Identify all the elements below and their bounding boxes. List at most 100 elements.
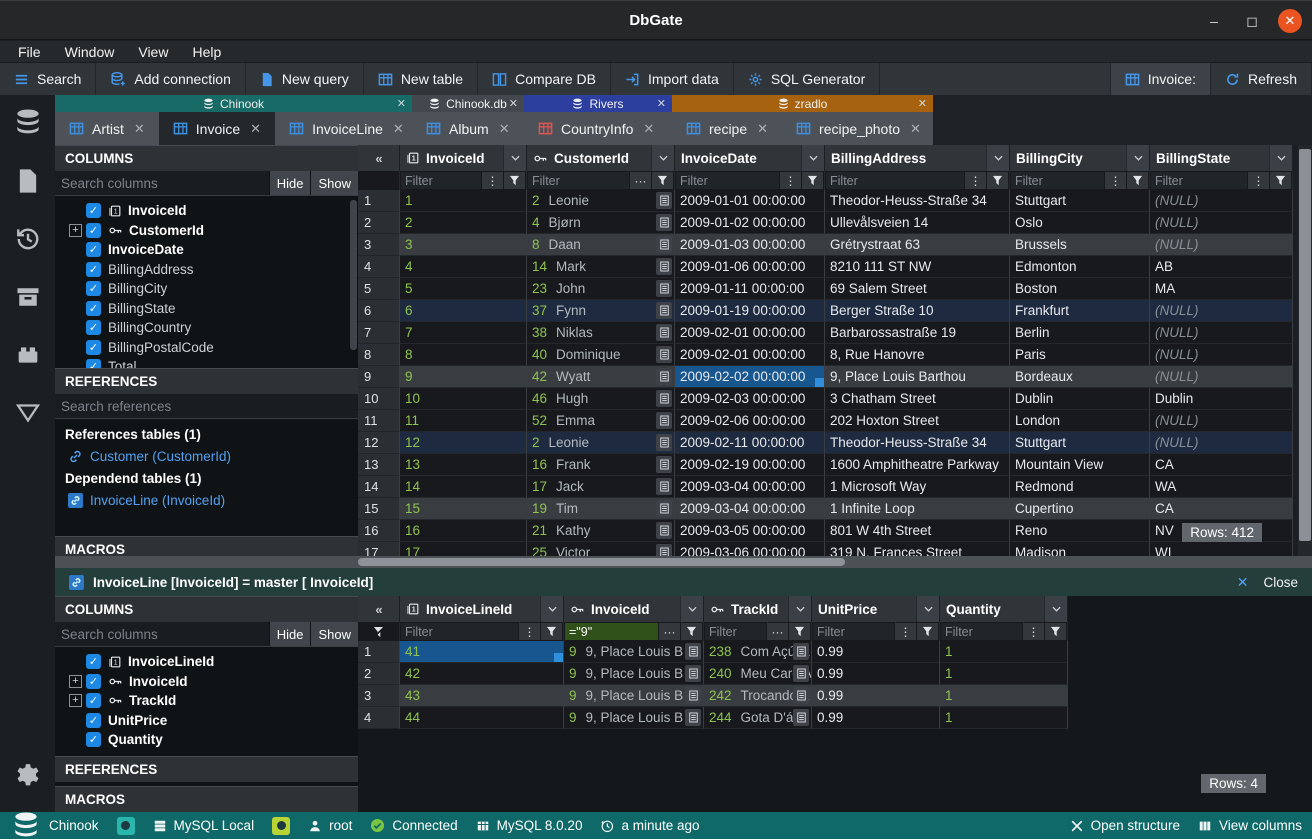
checkbox-checked-icon[interactable]: ✓	[86, 674, 101, 689]
tab-artist[interactable]: Artist✕	[55, 112, 159, 145]
funnel-icon[interactable]	[987, 172, 1008, 189]
cell-invoiceid[interactable]: 6	[400, 300, 527, 322]
cell-quantity[interactable]: 1	[940, 707, 1068, 729]
cell-billingcity[interactable]: Boston	[1010, 278, 1150, 300]
cell-billingcity[interactable]: Brussels	[1010, 234, 1150, 256]
cell-customerid[interactable]: 52Emma	[527, 410, 675, 432]
column-item-total[interactable]: ✓Total	[55, 357, 358, 368]
cell-trackid[interactable]: 242Trocando E	[704, 685, 812, 707]
filter-input-invoicelineid[interactable]: Filter	[401, 623, 518, 640]
cell-customerid[interactable]: 19Tim	[527, 498, 675, 520]
statusbar-open-structure[interactable]: Open structure	[1070, 818, 1180, 833]
row-number[interactable]: 11	[358, 410, 400, 432]
funnel-icon[interactable]	[917, 623, 938, 640]
cell-invoiceid[interactable]: 8	[400, 344, 527, 366]
column-menu-chevron-icon[interactable]	[1044, 596, 1067, 622]
row-number[interactable]: 8	[358, 344, 400, 366]
macros-header[interactable]: MACROS	[55, 536, 358, 556]
open-detail-icon[interactable]	[685, 665, 701, 682]
filter-input-billingstate[interactable]: Filter	[1151, 172, 1247, 189]
menu-file[interactable]: File	[8, 44, 51, 60]
cell-invoiceid[interactable]: 11	[400, 410, 527, 432]
bottom-search-columns-input[interactable]: Search columns	[55, 622, 269, 646]
connection-tab-rivers[interactable]: Rivers✕	[524, 95, 672, 112]
cell-invoicedate[interactable]: 2009-02-01 00:00:00	[675, 322, 825, 344]
tab-album[interactable]: Album✕	[412, 112, 524, 145]
connection-tab-chinook-db[interactable]: Chinook.db✕	[412, 95, 524, 112]
filter-input-invoiceid[interactable]: ="9"	[565, 623, 658, 640]
cell-billingaddress[interactable]: Barbarossastraße 19	[825, 322, 1010, 344]
cell-invoicedate[interactable]: 2009-01-06 00:00:00	[675, 256, 825, 278]
row-number[interactable]: 4	[358, 707, 400, 729]
row-number[interactable]: 5	[358, 278, 400, 300]
cell-invoicedate[interactable]: 2009-03-04 00:00:00	[675, 476, 825, 498]
open-detail-icon[interactable]	[656, 346, 672, 363]
column-item-invoiceid[interactable]: +✓InvoiceId	[55, 672, 358, 692]
panel-scrollbar[interactable]	[350, 200, 357, 350]
cell-billingaddress[interactable]: 8210 111 ST NW	[825, 256, 1010, 278]
cell-billingcity[interactable]: Stuttgart	[1010, 190, 1150, 212]
column-menu-chevron-icon[interactable]	[788, 596, 811, 622]
row-number[interactable]: 13	[358, 454, 400, 476]
selected-cell[interactable]: 2009-02-02 00:00:00	[675, 366, 825, 388]
row-number[interactable]: 10	[358, 388, 400, 410]
column-item-billingaddress[interactable]: ✓BillingAddress	[55, 260, 358, 280]
checkbox-checked-icon[interactable]: ✓	[86, 320, 101, 335]
cell-quantity[interactable]: 1	[940, 663, 1068, 685]
cell-billingstate[interactable]: (NULL)	[1150, 432, 1293, 454]
minimize-button[interactable]: –	[1202, 9, 1226, 33]
cell-customerid[interactable]: 46Hugh	[527, 388, 675, 410]
close-tab-icon[interactable]: ✕	[910, 121, 921, 137]
row-number[interactable]: 6	[358, 300, 400, 322]
checkbox-checked-icon[interactable]: ✓	[86, 693, 101, 708]
filter-menu-icon[interactable]: ⋮	[1105, 172, 1126, 189]
cell-billingcity[interactable]: Stuttgart	[1010, 432, 1150, 454]
toolbar-button-new-table[interactable]: New table	[364, 63, 478, 95]
filter-menu-icon[interactable]: ⋮	[1023, 623, 1044, 640]
fill-handle[interactable]	[554, 653, 563, 662]
cell-billingstate[interactable]: WI	[1150, 542, 1293, 556]
cell-invoicedate[interactable]: 2009-02-19 00:00:00	[675, 454, 825, 476]
cell-invoicedate[interactable]: 2009-01-03 00:00:00	[675, 234, 825, 256]
filter-input-quantity[interactable]: Filter	[941, 623, 1022, 640]
cell-billingaddress[interactable]: 69 Salem Street	[825, 278, 1010, 300]
cell-customerid[interactable]: 2Leonie	[527, 190, 675, 212]
open-detail-icon[interactable]	[656, 478, 672, 495]
cell-billingcity[interactable]: Dublin	[1010, 388, 1150, 410]
row-number[interactable]: 1	[358, 641, 400, 663]
cell-customerid[interactable]: 17Jack	[527, 476, 675, 498]
checkbox-checked-icon[interactable]: ✓	[86, 223, 101, 238]
column-menu-chevron-icon[interactable]	[986, 145, 1009, 171]
cell-unitprice[interactable]: 0.99	[812, 641, 940, 663]
close-detail-button[interactable]: Close	[1263, 575, 1298, 590]
cell-invoicedate[interactable]: 2009-02-06 00:00:00	[675, 410, 825, 432]
collapse-columns-button[interactable]: «	[358, 145, 400, 171]
filter-input-customerid[interactable]: Filter	[528, 172, 629, 189]
open-detail-icon[interactable]	[656, 192, 672, 209]
menu-view[interactable]: View	[128, 44, 178, 60]
open-detail-icon[interactable]	[656, 390, 672, 407]
checkbox-checked-icon[interactable]: ✓	[86, 732, 101, 747]
vertical-scrollbar[interactable]	[1298, 145, 1312, 556]
row-number[interactable]: 12	[358, 432, 400, 454]
open-detail-icon[interactable]	[656, 280, 672, 297]
cell-invoiceid[interactable]: 99, Place Louis B	[564, 685, 704, 707]
sidebar-funnel-outline-icon[interactable]	[10, 395, 46, 431]
fill-handle[interactable]	[815, 378, 824, 387]
cell-billingaddress[interactable]: 8, Rue Hanovre	[825, 344, 1010, 366]
search-references-input[interactable]: Search references	[55, 394, 358, 418]
cell-billingstate[interactable]: WA	[1150, 476, 1293, 498]
toolbar-button-new-query[interactable]: New query	[246, 63, 364, 95]
cell-invoiceid[interactable]: 7	[400, 322, 527, 344]
open-detail-icon[interactable]	[656, 434, 672, 451]
toolbar-button-import-data[interactable]: Import data	[611, 63, 734, 95]
checkbox-checked-icon[interactable]: ✓	[86, 203, 101, 218]
cell-billingcity[interactable]: Redmond	[1010, 476, 1150, 498]
expand-icon[interactable]: +	[69, 694, 82, 707]
column-item-invoicedate[interactable]: ✓InvoiceDate	[55, 240, 358, 260]
column-item-quantity[interactable]: ✓Quantity	[55, 730, 358, 750]
toolbar-button-compare-db[interactable]: Compare DB	[478, 63, 611, 95]
open-detail-icon[interactable]	[793, 643, 809, 660]
filter-input-billingaddress[interactable]: Filter	[826, 172, 964, 189]
cell-billingstate[interactable]: (NULL)	[1150, 212, 1293, 234]
